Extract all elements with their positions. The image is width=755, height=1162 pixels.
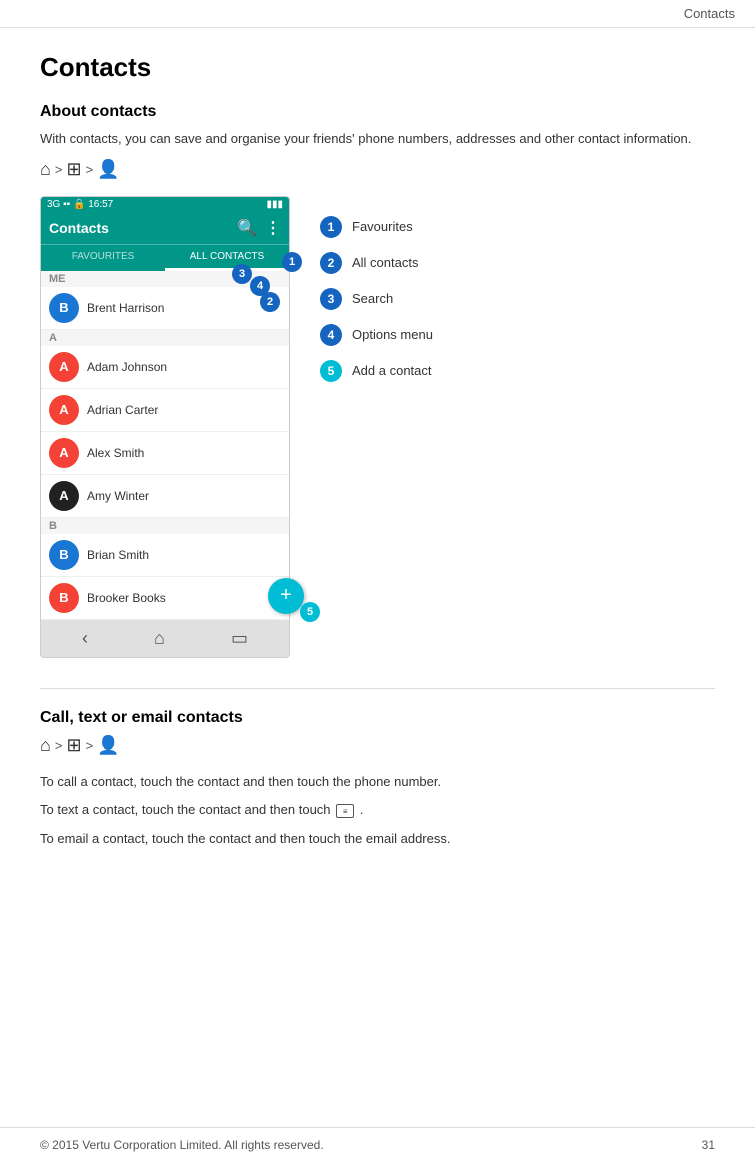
- annotation-1: 1: [282, 252, 302, 272]
- message-inline-icon: ≡: [336, 804, 354, 818]
- annotation-2: 2: [260, 292, 280, 312]
- section-label-a: A: [41, 330, 289, 346]
- legend-item-2: 2 All contacts: [320, 252, 433, 274]
- home-icon: ⌂: [40, 159, 51, 180]
- email-text: To email a contact, touch the contact an…: [40, 829, 715, 850]
- legend-item-4: 4 Options menu: [320, 324, 433, 346]
- name-amy: Amy Winter: [87, 489, 149, 503]
- legend-label-3: Search: [352, 291, 393, 306]
- annotation-3: 3: [232, 264, 252, 284]
- legend-number-3: 3: [320, 288, 342, 310]
- tab-favourites[interactable]: FAVOURITES: [41, 245, 165, 271]
- main-content: Contacts About contacts With contacts, y…: [0, 28, 755, 878]
- diagram-section: 3G ▪▪ 🔒 16:57 ▮▮▮ Contacts 🔍 ⋮ FAVOURITE…: [40, 196, 715, 658]
- contact-adrian: A Adrian Carter: [41, 389, 289, 432]
- call-home-icon: ⌂: [40, 735, 51, 756]
- call-nav-breadcrumb: ⌂ > ⊞ > 👤: [40, 735, 715, 756]
- legend-item-5: 5 Add a contact: [320, 360, 433, 382]
- legend-label-5: Add a contact: [352, 363, 432, 378]
- avatar-brent: B: [49, 293, 79, 323]
- call-section: Call, text or email contacts ⌂ > ⊞ > 👤 T…: [40, 709, 715, 850]
- about-heading: About contacts: [40, 103, 715, 121]
- recents-icon: ▭: [231, 628, 248, 649]
- footer-copyright: © 2015 Vertu Corporation Limited. All ri…: [40, 1138, 324, 1152]
- contact-brent-harrison: B Brent Harrison: [41, 287, 289, 330]
- fab-add-contact[interactable]: +: [268, 578, 304, 614]
- phone-tabs: FAVOURITES ALL CONTACTS: [41, 244, 289, 271]
- tab-all-contacts[interactable]: ALL CONTACTS: [165, 245, 289, 271]
- apps-icon: ⊞: [66, 159, 81, 180]
- footer-page-number: 31: [702, 1138, 715, 1152]
- contact-alex: A Alex Smith: [41, 432, 289, 475]
- phone-diagram-wrapper: 3G ▪▪ 🔒 16:57 ▮▮▮ Contacts 🔍 ⋮ FAVOURITE…: [40, 196, 290, 658]
- top-bar-title: Contacts: [684, 6, 735, 21]
- section-label-b: B: [41, 518, 289, 534]
- about-description: With contacts, you can save and organise…: [40, 129, 715, 149]
- phone-battery: ▮▮▮: [266, 199, 283, 210]
- contact-adam: A Adam Johnson: [41, 346, 289, 389]
- phone-header: Contacts 🔍 ⋮: [41, 212, 289, 244]
- legend-number-4: 4: [320, 324, 342, 346]
- phone-screen: 3G ▪▪ 🔒 16:57 ▮▮▮ Contacts 🔍 ⋮ FAVOURITE…: [40, 196, 290, 658]
- call-section-heading: Call, text or email contacts: [40, 709, 715, 727]
- name-brent: Brent Harrison: [87, 301, 164, 315]
- call-apps-icon: ⊞: [66, 735, 81, 756]
- name-adrian: Adrian Carter: [87, 403, 158, 417]
- name-brooker: Brooker Books: [87, 591, 166, 605]
- more-icon: ⋮: [265, 218, 281, 238]
- text-contact-text: To text a contact, touch the contact and…: [40, 800, 715, 821]
- page-title: Contacts: [40, 52, 715, 83]
- avatar-brooker: B: [49, 583, 79, 613]
- legend-item-1: 1 Favourites: [320, 216, 433, 238]
- legend-item-3: 3 Search: [320, 288, 433, 310]
- name-adam: Adam Johnson: [87, 360, 167, 374]
- contact-brooker: B Brooker Books: [41, 577, 289, 620]
- about-section: About contacts With contacts, you can sa…: [40, 103, 715, 180]
- phone-status-text: 3G ▪▪ 🔒 16:57: [47, 199, 113, 210]
- top-bar: Contacts: [0, 0, 755, 28]
- page-footer: © 2015 Vertu Corporation Limited. All ri…: [0, 1127, 755, 1162]
- contact-brian: B Brian Smith: [41, 534, 289, 577]
- search-icon: 🔍: [237, 218, 257, 238]
- phone-status-bar: 3G ▪▪ 🔒 16:57 ▮▮▮: [41, 197, 289, 212]
- name-alex: Alex Smith: [87, 446, 144, 460]
- name-brian: Brian Smith: [87, 548, 149, 562]
- phone-bottom-bar: ‹ ⌂ ▭: [41, 620, 289, 657]
- phone-contacts-list: ME B Brent Harrison A A Adam Johnson A: [41, 271, 289, 620]
- contact-icon: 👤: [97, 159, 119, 180]
- back-icon: ‹: [82, 628, 88, 649]
- nav-breadcrumb: ⌂ > ⊞ > 👤: [40, 159, 715, 180]
- avatar-adam: A: [49, 352, 79, 382]
- legend-number-2: 2: [320, 252, 342, 274]
- avatar-alex: A: [49, 438, 79, 468]
- legend-label-2: All contacts: [352, 255, 418, 270]
- legend-number-5: 5: [320, 360, 342, 382]
- phone-header-icons: 🔍 ⋮: [237, 218, 281, 238]
- annotation-5: 5: [300, 602, 320, 622]
- avatar-amy: A: [49, 481, 79, 511]
- section-divider: [40, 688, 715, 689]
- legend-number-1: 1: [320, 216, 342, 238]
- avatar-adrian: A: [49, 395, 79, 425]
- legend-label-4: Options menu: [352, 327, 433, 342]
- phone-header-title: Contacts: [49, 220, 109, 236]
- home-nav-icon: ⌂: [154, 628, 165, 649]
- avatar-brian: B: [49, 540, 79, 570]
- legend-label-1: Favourites: [352, 219, 413, 234]
- contact-amy: A Amy Winter: [41, 475, 289, 518]
- call-text: To call a contact, touch the contact and…: [40, 772, 715, 793]
- call-contact-icon: 👤: [97, 735, 119, 756]
- legend: 1 Favourites 2 All contacts 3 Search 4 O…: [320, 196, 433, 382]
- phone-mockup: 3G ▪▪ 🔒 16:57 ▮▮▮ Contacts 🔍 ⋮ FAVOURITE…: [40, 196, 290, 658]
